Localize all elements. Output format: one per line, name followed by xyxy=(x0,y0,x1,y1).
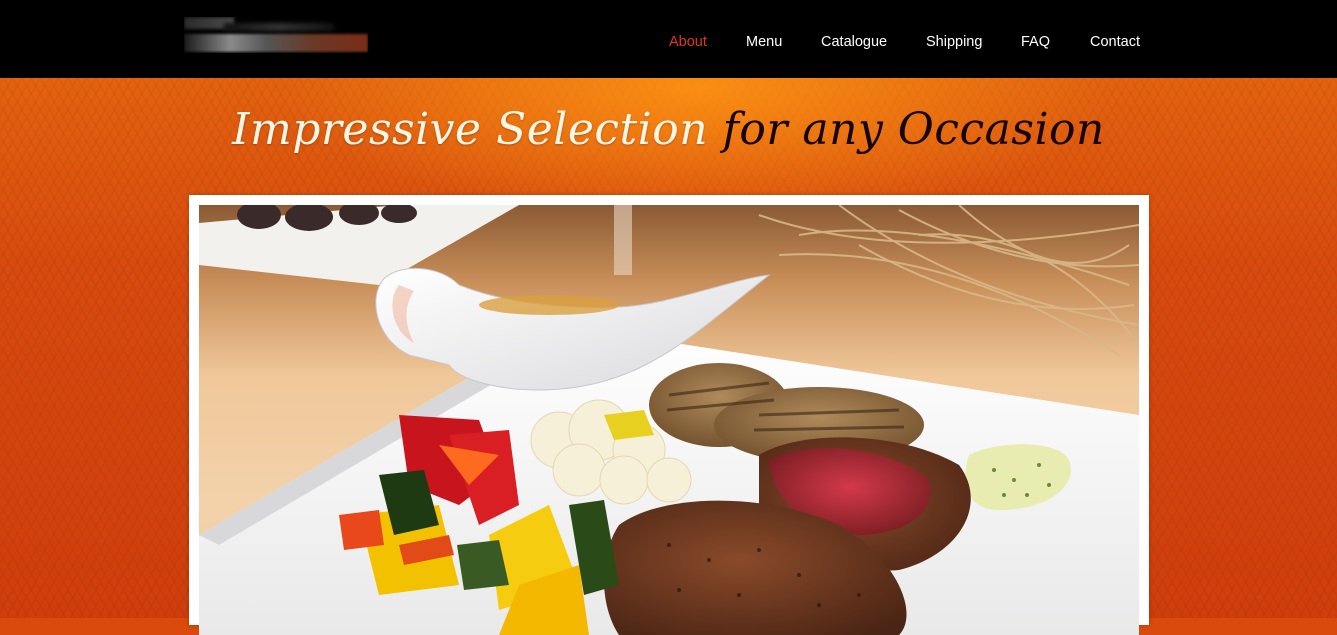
main-nav: About Menu Catalogue Shipping FAQ Contac… xyxy=(0,34,1337,54)
nav-item-menu[interactable]: Menu xyxy=(746,34,782,50)
headline-light-part: Impressive Selection xyxy=(232,104,709,155)
hero-headline: Impressive Selection for any Occasion xyxy=(0,104,1337,155)
nav-item-faq[interactable]: FAQ xyxy=(1021,34,1050,50)
nav-item-contact[interactable]: Contact xyxy=(1090,34,1140,50)
hero-food-photo xyxy=(199,205,1139,635)
food-plate-illustration xyxy=(199,205,1139,635)
headline-dark-part: for any Occasion xyxy=(722,104,1105,155)
hero-photo-frame xyxy=(189,195,1149,635)
nav-item-about[interactable]: About xyxy=(669,34,707,50)
nav-item-shipping[interactable]: Shipping xyxy=(926,34,982,50)
site-header: About Menu Catalogue Shipping FAQ Contac… xyxy=(0,0,1337,78)
nav-item-catalogue[interactable]: Catalogue xyxy=(821,34,887,50)
